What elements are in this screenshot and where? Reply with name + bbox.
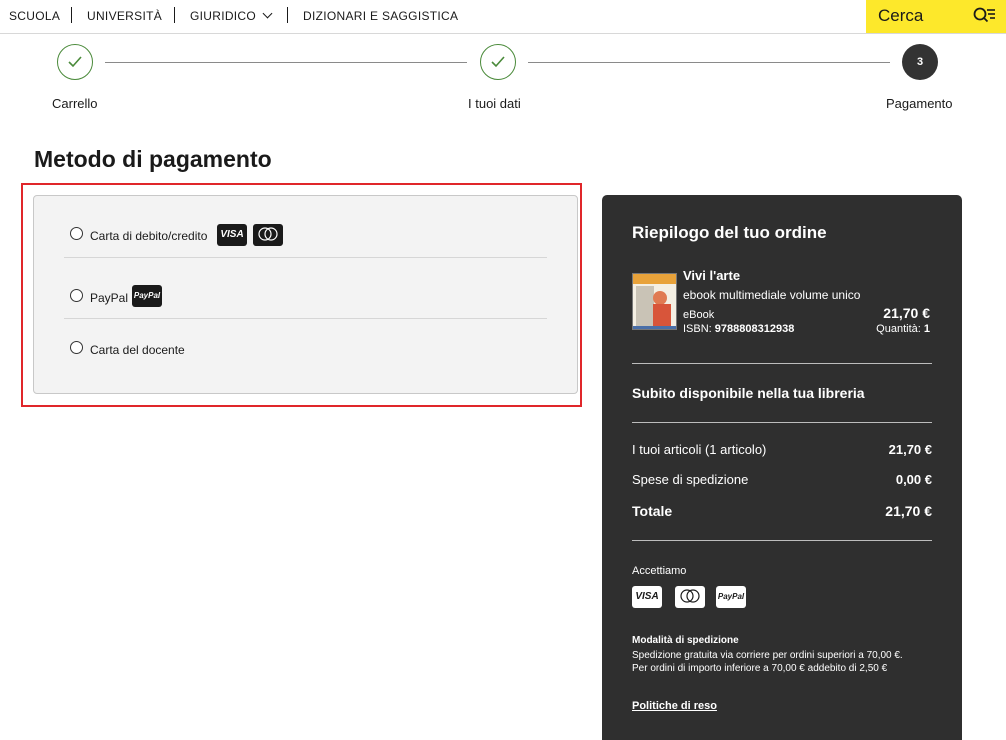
chevron-down-icon xyxy=(262,8,273,19)
payment-options-box: Carta di debito/credito VISA PayPal PayP… xyxy=(33,195,578,394)
step-1-complete[interactable] xyxy=(57,44,93,80)
shipping-info-line: Spedizione gratuita via corriere per ord… xyxy=(632,650,903,661)
divider xyxy=(632,540,932,541)
isbn-value: 9788808312938 xyxy=(714,323,795,335)
return-policy-link[interactable]: Politiche di reso xyxy=(632,700,717,712)
step-label-pagamento: Pagamento xyxy=(886,96,953,111)
availability-note: Subito disponibile nella tua libreria xyxy=(632,385,865,401)
product-name[interactable]: Vivi l'arte xyxy=(683,268,740,283)
search-button[interactable]: Cerca xyxy=(866,0,1006,33)
step-2-complete[interactable] xyxy=(480,44,516,80)
book-cover-image xyxy=(632,273,677,330)
radio-card[interactable] xyxy=(70,227,83,240)
mastercard-icon xyxy=(253,224,283,246)
payment-option-label: PayPal xyxy=(90,291,129,305)
total-value: 21,70 € xyxy=(885,503,932,519)
divider xyxy=(632,422,932,423)
shipping-cost-label: Spese di spedizione xyxy=(632,472,749,487)
product-price: 21,70 € xyxy=(883,305,930,321)
payment-option-paypal[interactable]: PayPal PayPal xyxy=(64,257,547,318)
quantity-value: 1 xyxy=(923,323,930,335)
visa-icon: VISA xyxy=(217,224,247,246)
product-subtitle: ebook multimediale volume unico xyxy=(683,288,861,302)
nav-item-dizionari[interactable]: DIZIONARI E SAGGISTICA xyxy=(303,9,458,23)
paypal-icon: PayPal xyxy=(716,586,746,608)
product-isbn: ISBN: 9788808312938 xyxy=(683,323,794,335)
nav-item-universita[interactable]: UNIVERSITÀ xyxy=(87,9,162,23)
quantity-label: Quantità: xyxy=(876,323,921,335)
payment-option-docente[interactable]: Carta del docente xyxy=(64,318,547,379)
visa-icon: VISA xyxy=(632,586,662,608)
items-subtotal-value: 21,70 € xyxy=(888,442,932,457)
search-filter-icon xyxy=(973,7,995,23)
shipping-cost-value: 0,00 € xyxy=(895,472,932,487)
nav-separator xyxy=(287,7,288,23)
step-connector xyxy=(105,62,467,63)
payment-option-label: Carta di debito/credito xyxy=(90,229,208,243)
isbn-label: ISBN: xyxy=(683,323,712,335)
payment-option-card[interactable]: Carta di debito/credito VISA xyxy=(64,196,547,256)
payment-option-label: Carta del docente xyxy=(90,343,185,357)
product-quantity: Quantità: 1 xyxy=(876,323,930,335)
search-label: Cerca xyxy=(878,6,924,25)
product-format: eBook xyxy=(683,309,715,321)
nav-item-giuridico-label: GIURIDICO xyxy=(190,9,257,23)
check-icon xyxy=(491,56,505,68)
accepted-payments-label: Accettiamo xyxy=(632,565,687,577)
nav-separator xyxy=(174,7,175,23)
summary-title: Riepilogo del tuo ordine xyxy=(632,223,827,242)
paypal-icon: PayPal xyxy=(132,285,162,307)
divider xyxy=(632,363,932,364)
shipping-info-line: Per ordini di importo inferiore a 70,00 … xyxy=(632,663,888,674)
step-3-active: 3 xyxy=(902,44,938,80)
radio-docente[interactable] xyxy=(70,341,83,354)
nav-separator xyxy=(71,7,72,23)
items-subtotal-label: I tuoi articoli (1 articolo) xyxy=(632,442,767,457)
mastercard-icon xyxy=(675,586,705,608)
page-title: Metodo di pagamento xyxy=(34,146,272,172)
check-icon xyxy=(68,56,82,68)
nav-item-scuola[interactable]: SCUOLA xyxy=(9,9,60,23)
order-summary-panel: Riepilogo del tuo ordine Vivi l'arte ebo… xyxy=(602,195,962,740)
total-label: Totale xyxy=(632,503,673,519)
shipping-info-title: Modalità di spedizione xyxy=(632,635,739,646)
nav-item-giuridico[interactable]: GIURIDICO xyxy=(190,8,273,23)
radio-paypal[interactable] xyxy=(70,289,83,302)
step-connector xyxy=(528,62,890,63)
step-label-tuoi-dati[interactable]: I tuoi dati xyxy=(468,96,521,111)
top-navigation: SCUOLA UNIVERSITÀ GIURIDICO DIZIONARI E … xyxy=(0,0,1006,34)
step-label-carrello[interactable]: Carrello xyxy=(52,96,98,111)
